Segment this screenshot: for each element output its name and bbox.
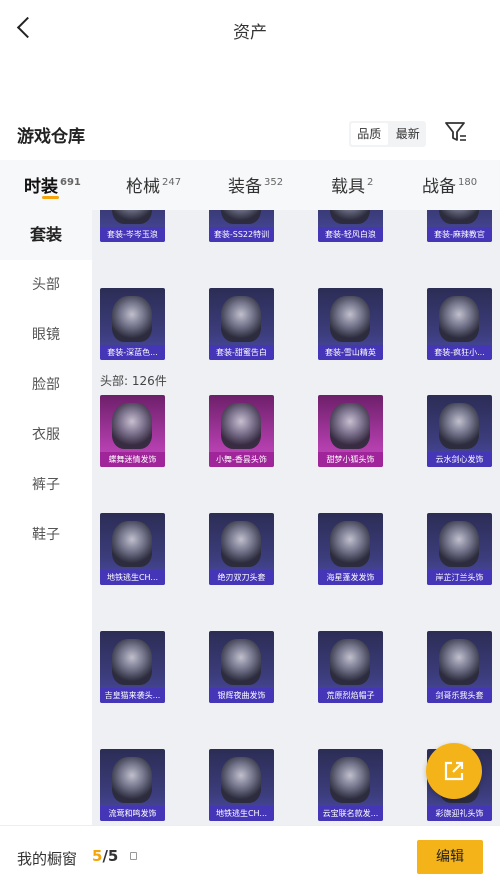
- item-card[interactable]: 流莺和鸣发饰: [100, 749, 165, 821]
- item-card[interactable]: 地铁逃生CH...: [209, 749, 274, 821]
- tab-vehicles[interactable]: 载具 2: [331, 172, 373, 197]
- item-card[interactable]: 套装-麻辣教官: [427, 210, 492, 242]
- item-image: [439, 210, 479, 224]
- item-card[interactable]: 云水剑心发饰: [427, 395, 492, 467]
- edit-button[interactable]: 编辑: [417, 840, 483, 874]
- sidebar-item-head[interactable]: 头部: [0, 260, 92, 310]
- top-bar: 资产: [0, 0, 500, 60]
- footer-bar: 我的橱窗 5/5 编辑: [0, 825, 500, 885]
- category-tabs: 时装 691 枪械 247 装备 352 载具 2 战备 180: [0, 160, 500, 210]
- item-card[interactable]: 套装-深蓝色...: [100, 288, 165, 360]
- item-image: [221, 757, 261, 803]
- item-image: [330, 403, 370, 449]
- page-title: 资产: [233, 23, 267, 43]
- item-grid: 套装-岑岑玉浪 套装-SS22特训 套装-轻风白浪 套装-麻辣教官 套装-深蓝色…: [92, 210, 500, 825]
- sidebar-item-face[interactable]: 脸部: [0, 360, 92, 410]
- sidebar-item-pants[interactable]: 裤子: [0, 460, 92, 510]
- showcase-count: 5/5: [92, 847, 119, 865]
- filter-icon[interactable]: [444, 120, 468, 144]
- item-card[interactable]: 剑哥乐我头套: [427, 631, 492, 703]
- lock-icon: [130, 852, 137, 860]
- item-card[interactable]: 海星蓬发发饰: [318, 513, 383, 585]
- item-image: [112, 757, 152, 803]
- sidebar-item-suits[interactable]: 套装: [0, 210, 92, 260]
- item-image: [330, 521, 370, 567]
- item-image: [221, 296, 261, 342]
- item-image: [112, 210, 152, 224]
- section-label-head: 头部: 126件: [100, 374, 167, 388]
- item-image: [330, 296, 370, 342]
- item-card[interactable]: 银辉夜曲发饰: [209, 631, 274, 703]
- tab-fashion[interactable]: 时装 691: [24, 172, 81, 197]
- item-card[interactable]: 套装-疯狂小...: [427, 288, 492, 360]
- item-image: [221, 521, 261, 567]
- item-image: [439, 639, 479, 685]
- tab-supplies[interactable]: 战备 180: [422, 172, 477, 197]
- item-image: [439, 521, 479, 567]
- item-image: [112, 403, 152, 449]
- item-image: [439, 296, 479, 342]
- item-card[interactable]: 绝刃双刀头套: [209, 513, 274, 585]
- item-card[interactable]: 蝶舞迷情发饰: [100, 395, 165, 467]
- item-card[interactable]: 岸芷汀兰头饰: [427, 513, 492, 585]
- sidebar: 套装 头部 眼镜 脸部 衣服 裤子 鞋子: [0, 210, 92, 825]
- item-image: [330, 757, 370, 803]
- item-image: [221, 403, 261, 449]
- item-card[interactable]: 吉皇猫来袭头...: [100, 631, 165, 703]
- item-image: [221, 210, 261, 224]
- item-card[interactable]: 荒原烈焰帽子: [318, 631, 383, 703]
- item-card[interactable]: 套装-甜蜜告白: [209, 288, 274, 360]
- item-card[interactable]: 套装-雪山精英: [318, 288, 383, 360]
- sidebar-item-clothes[interactable]: 衣服: [0, 410, 92, 460]
- item-card[interactable]: 小舞-香昙头饰: [209, 395, 274, 467]
- item-card[interactable]: 套装-岑岑玉浪: [100, 210, 165, 242]
- tab-guns[interactable]: 枪械 247: [126, 172, 181, 197]
- share-icon: [444, 761, 464, 781]
- item-card[interactable]: 地铁逃生CH...: [100, 513, 165, 585]
- sort-quality-button[interactable]: 品质: [351, 123, 388, 145]
- share-button[interactable]: [426, 743, 482, 799]
- item-image: [112, 296, 152, 342]
- item-image: [112, 639, 152, 685]
- warehouse-title: 游戏仓库: [17, 127, 85, 147]
- item-image: [330, 210, 370, 224]
- item-card[interactable]: 套装-SS22特训: [209, 210, 274, 242]
- item-image: [112, 521, 152, 567]
- showcase-label: 我的橱窗: [17, 850, 78, 868]
- item-card[interactable]: 云宝联名款发...: [318, 749, 383, 821]
- item-card[interactable]: 套装-轻风白浪: [318, 210, 383, 242]
- sidebar-item-glasses[interactable]: 眼镜: [0, 310, 92, 360]
- active-tab-indicator: [42, 196, 59, 199]
- item-image: [439, 403, 479, 449]
- sort-latest-button[interactable]: 最新: [390, 121, 427, 147]
- item-image: [330, 639, 370, 685]
- tab-equipment[interactable]: 装备 352: [228, 172, 283, 197]
- sort-toggle: 品质 最新: [349, 121, 426, 147]
- item-card[interactable]: 甜梦小狐头饰: [318, 395, 383, 467]
- item-image: [221, 639, 261, 685]
- sidebar-item-shoes[interactable]: 鞋子: [0, 510, 92, 560]
